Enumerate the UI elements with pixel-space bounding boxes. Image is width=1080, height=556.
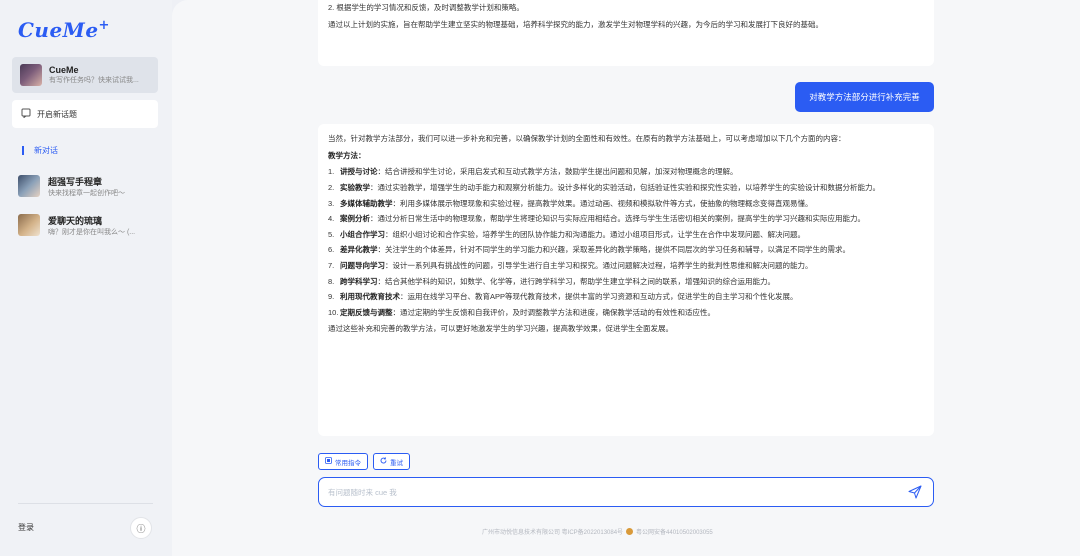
item-title: 跨学科学习: [340, 276, 378, 286]
item-title: 小组合作学习: [340, 229, 385, 239]
item-title: 利用现代教育技术: [340, 292, 400, 302]
footer: 广州市动悦信息技术有限公司 粤ICP备2022013084号 粤公网安备4401…: [482, 527, 713, 536]
message-input[interactable]: [328, 487, 906, 497]
message-line: 2. 根据学生的学习情况和反馈，及时调整教学计划和策略。: [328, 3, 524, 12]
item-title: 差异化教学: [340, 245, 378, 255]
item-body: 讲授与讨论：结合讲授和学生讨论，采用启发式和互动式教学方法，鼓励学生提出问题和见…: [340, 166, 738, 178]
avatar: [18, 175, 40, 197]
current-agent-card[interactable]: CueMe 有写作任务吗？快来试试我...: [12, 57, 158, 93]
item-title: 定期反馈与调整: [340, 307, 393, 317]
item-body: 实验教学：通过实验教学，增强学生的动手能力和观察分析能力。设计多样化的实验活动，…: [340, 182, 880, 194]
assistant-message-previous: 2. 根据学生的学习情况和反馈，及时调整教学计划和策略。 通过以上计划的实施，旨…: [318, 0, 934, 66]
common-commands-button[interactable]: 常用指令: [318, 453, 368, 470]
item-body: 跨学科学习：结合其他学科的知识，如数学、化学等，进行跨学科学习，帮助学生建立学科…: [340, 276, 775, 288]
item-text: ：结合其他学科的知识，如数学、化学等，进行跨学科学习，帮助学生建立学科之间的联系…: [377, 276, 776, 286]
assistant-message: 当然，针对教学方法部分，我们可以进一步补充和完善，以确保教学计划的全面性和有效性…: [318, 124, 934, 436]
conversation-subtitle: 快来找程章一起创作吧～: [48, 189, 125, 197]
conversation-item[interactable]: 超强写手程章 快来找程章一起创作吧～: [18, 173, 166, 199]
item-number: 9.: [328, 292, 335, 302]
item-body: 案例分析：通过分析日常生活中的物理现象，帮助学生将理论知识与实际应用相结合。选择…: [340, 213, 865, 225]
item-number: 4.: [328, 214, 335, 224]
item-body: 小组合作学习：组织小组讨论和合作实验，培养学生的团队协作能力和沟通能力。通过小组…: [340, 229, 805, 241]
message-composer: [318, 477, 934, 507]
item-text: ：设计一系列具有挑战性的问题，引导学生进行自主学习和探究。通过问题解决过程，培养…: [385, 261, 813, 270]
method-item: 1. 讲授与讨论：结合讲授和学生讨论，采用启发式和互动式教学方法，鼓励学生提出问题…: [328, 166, 924, 178]
item-text: ：通过定期的学生反馈和自我评价，及时调整教学方法和进度，确保教学活动的有效性和适…: [392, 307, 716, 317]
item-body: 差异化教学：关注学生的个体差异，针对不同学生的学习能力和兴趣，采取差异化的教学策…: [340, 244, 850, 256]
method-item: 6. 差异化教学：关注学生的个体差异，针对不同学生的学习能力和兴趣，采取差异化的教…: [328, 244, 924, 256]
item-text: ：关注学生的个体差异，针对不同学生的学习能力和兴趣，采取差异化的教学策略，提供不…: [377, 245, 851, 255]
item-text: ：组织小组讨论和合作实验，培养学生的团队协作能力和沟通能力。通过小组项目形式，让…: [385, 229, 805, 239]
conversation-name: 超强写手程章: [48, 176, 103, 187]
chat-area: 2. 根据学生的学习情况和反馈，及时调整教学计划和策略。 通过以上计划的实施，旨…: [172, 0, 1080, 556]
method-item: 5. 小组合作学习：组织小组讨论和合作实验，培养学生的团队协作能力和沟通能力。通过…: [328, 229, 924, 241]
conversation-name: 爱聊天的琉璃: [48, 215, 103, 226]
answer-heading: 教学方法：: [328, 150, 366, 160]
user-message: 对教学方法部分进行补充完善: [795, 82, 934, 112]
item-number: 2.: [328, 182, 335, 192]
item-body: 利用现代教育技术：运用在线学习平台、教育APP等现代教育技术，提供丰富的学习资源…: [340, 291, 798, 303]
method-item: 3. 多媒体辅助教学：利用多媒体展示物理现象和实验过程，提高教学效果。通过动画、视…: [328, 198, 924, 210]
item-number: 3.: [328, 198, 335, 208]
commands-icon: [325, 457, 332, 466]
item-text: ：利用多媒体展示物理现象和实验过程，提高教学效果。通过动画、视频和模拟软件等方式…: [392, 198, 813, 208]
item-text: ：通过实验教学，增强学生的动手能力和观察分析能力。设计多样化的实验活动，包括验证…: [370, 182, 880, 192]
item-text: ：结合讲授和学生讨论，采用启发式和互动式教学方法，鼓励学生提出问题和见解，加深对…: [377, 167, 738, 177]
message-line: 通过以上计划的实施，旨在帮助学生建立坚实的物理基础，培养科学探究的能力，激发学生…: [328, 19, 823, 29]
retry-button[interactable]: 重试: [373, 453, 410, 470]
item-title: 实验教学: [340, 182, 370, 192]
app-logo[interactable]: CueMe+: [18, 18, 110, 42]
common-commands-label: 常用指令: [335, 459, 361, 467]
item-title: 案例分析: [340, 214, 370, 224]
quick-actions: 常用指令 重试: [318, 453, 410, 470]
item-number: 1.: [328, 167, 335, 177]
item-number: 8.: [328, 276, 335, 286]
item-number: 10.: [328, 307, 339, 317]
section-new-chat: 新对话: [22, 145, 58, 156]
avatar: [20, 64, 42, 86]
send-icon[interactable]: [906, 483, 924, 501]
method-item: 10. 定期反馈与调整：通过定期的学生反馈和自我评价，及时调整教学方法和进度，确保…: [328, 307, 924, 319]
item-title: 讲授与讨论: [340, 167, 378, 177]
item-title: 问题导向学习: [340, 261, 385, 270]
method-item: 4. 案例分析：通过分析日常生活中的物理现象，帮助学生将理论知识与实际应用相结合。…: [328, 213, 924, 225]
answer-intro: 当然，针对教学方法部分，我们可以进一步补充和完善，以确保教学计划的全面性和有效性…: [328, 134, 846, 143]
item-number: 6.: [328, 245, 335, 255]
info-icon[interactable]: ⓘ: [130, 517, 152, 539]
agent-name: CueMe: [49, 65, 79, 75]
sidebar: CueMe+ CueMe 有写作任务吗？快来试试我... 开启新话题 新对话 超…: [0, 0, 172, 556]
item-body: 定期反馈与调整：通过定期的学生反馈和自我评价，及时调整教学方法和进度，确保教学活…: [340, 307, 715, 319]
new-topic-button[interactable]: 开启新话题: [12, 100, 158, 128]
refresh-icon: [380, 457, 387, 466]
method-item: 9. 利用现代教育技术：运用在线学习平台、教育APP等现代教育技术，提供丰富的学习…: [328, 291, 924, 303]
item-number: 5.: [328, 229, 335, 239]
avatar: [18, 214, 40, 236]
method-item: 2. 实验教学：通过实验教学，增强学生的动手能力和观察分析能力。设计多样化的实验活…: [328, 182, 924, 194]
login-link[interactable]: 登录: [18, 522, 34, 533]
conversation-subtitle: 嗨？刚才是你在叫我么～ (...: [48, 228, 136, 236]
method-item: 7. 问题导向学习：设计一系列具有挑战性的问题，引导学生进行自主学习和探究。通过问…: [328, 260, 924, 272]
police-record[interactable]: 粤公网安备44010502003055: [636, 527, 713, 536]
icp-record[interactable]: 广州市动悦信息技术有限公司 粤ICP备2022013084号: [482, 527, 623, 536]
police-badge-icon: [626, 528, 634, 535]
method-item: 8. 跨学科学习：结合其他学科的知识，如数学、化学等，进行跨学科学习，帮助学生建立…: [328, 276, 924, 288]
item-body: 问题导向学习：设计一系列具有挑战性的问题，引导学生进行自主学习和探究。通过问题解…: [340, 260, 813, 272]
section-label: 新对话: [34, 146, 58, 155]
conversation-item[interactable]: 爱聊天的琉璃 嗨？刚才是你在叫我么～ (...: [18, 212, 166, 238]
item-number: 7.: [328, 261, 335, 270]
answer-outro: 通过这些补充和完善的教学方法，可以更好地激发学生的学习兴趣，提高教学效果，促进学…: [328, 323, 673, 333]
item-text: ：运用在线学习平台、教育APP等现代教育技术，提供丰富的学习资源和互动方式，促进…: [400, 292, 798, 302]
divider: [18, 503, 153, 504]
item-title: 多媒体辅助教学: [340, 198, 393, 208]
new-topic-label: 开启新话题: [37, 109, 77, 119]
section-indicator: [22, 146, 24, 155]
retry-label: 重试: [390, 459, 403, 467]
new-chat-icon: [21, 108, 31, 121]
item-body: 多媒体辅助教学：利用多媒体展示物理现象和实验过程，提高教学效果。通过动画、视频和…: [340, 198, 813, 210]
item-text: ：通过分析日常生活中的物理现象，帮助学生将理论知识与实际应用相结合。选择与学生生…: [370, 214, 865, 224]
agent-subtitle: 有写作任务吗？快来试试我...: [49, 77, 139, 84]
